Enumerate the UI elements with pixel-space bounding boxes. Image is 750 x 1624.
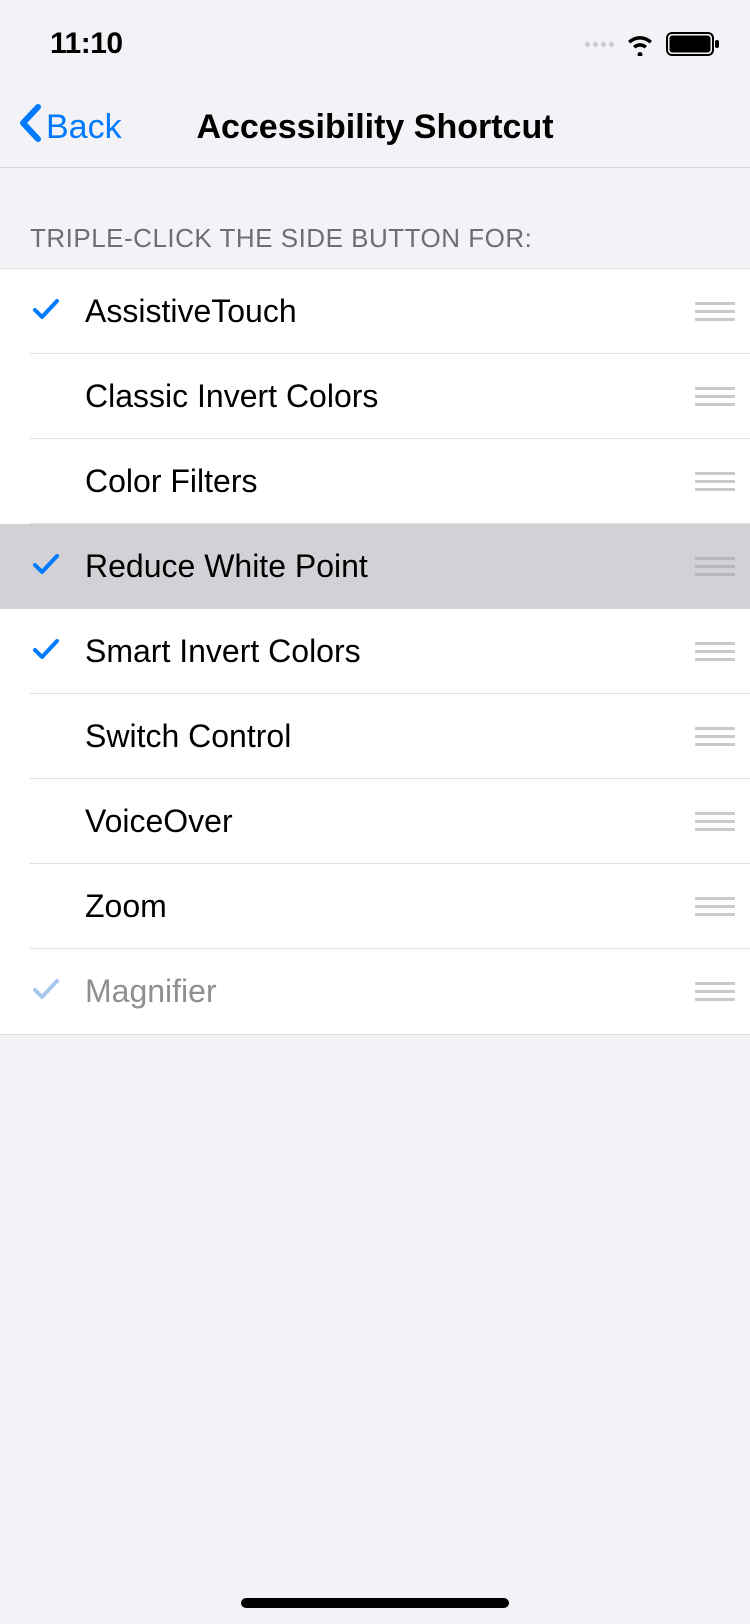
list-item-label: Zoom [85, 888, 680, 925]
checkmark-icon [30, 548, 62, 585]
checkmark-icon [30, 973, 62, 1010]
status-indicators [585, 31, 720, 57]
battery-icon [666, 31, 720, 57]
check-column [30, 633, 85, 670]
list-item[interactable]: AssistiveTouch [0, 269, 750, 354]
cellular-signal-icon [585, 42, 614, 47]
drag-handle-icon[interactable] [680, 897, 750, 916]
chevron-left-icon [18, 104, 42, 151]
drag-handle-icon[interactable] [680, 982, 750, 1001]
list-item[interactable]: Magnifier [0, 949, 750, 1034]
list-item-label: Magnifier [85, 973, 680, 1010]
wifi-icon [624, 32, 656, 56]
list-item-label: Reduce White Point [85, 548, 680, 585]
list-item[interactable]: Classic Invert Colors [0, 354, 750, 439]
list-item-label: VoiceOver [85, 803, 680, 840]
drag-handle-icon[interactable] [680, 812, 750, 831]
section-header: TRIPLE-CLICK THE SIDE BUTTON FOR: [0, 168, 750, 268]
status-time: 11:10 [50, 27, 123, 61]
list-item-label: Color Filters [85, 463, 680, 500]
drag-handle-icon[interactable] [680, 557, 750, 576]
list-item-label: Classic Invert Colors [85, 378, 680, 415]
drag-handle-icon[interactable] [680, 642, 750, 661]
shortcut-list: AssistiveTouch Classic Invert Colors Color… [0, 268, 750, 1035]
status-bar: 11:10 [0, 0, 750, 88]
list-item-label: Switch Control [85, 718, 680, 755]
back-label: Back [46, 108, 122, 147]
drag-handle-icon[interactable] [680, 387, 750, 406]
list-item-label: AssistiveTouch [85, 293, 680, 330]
home-indicator[interactable] [241, 1598, 509, 1608]
drag-handle-icon[interactable] [680, 302, 750, 321]
check-column [30, 548, 85, 585]
list-item[interactable]: Reduce White Point [0, 524, 750, 609]
back-button[interactable]: Back [18, 104, 122, 151]
check-column [30, 973, 85, 1010]
list-item[interactable]: Smart Invert Colors [0, 609, 750, 694]
list-item[interactable]: VoiceOver [0, 779, 750, 864]
list-item[interactable]: Switch Control [0, 694, 750, 779]
check-column [30, 293, 85, 330]
checkmark-icon [30, 633, 62, 670]
drag-handle-icon[interactable] [680, 727, 750, 746]
list-item[interactable]: Zoom [0, 864, 750, 949]
drag-handle-icon[interactable] [680, 472, 750, 491]
nav-bar: Back Accessibility Shortcut [0, 88, 750, 168]
checkmark-icon [30, 293, 62, 330]
list-item-label: Smart Invert Colors [85, 633, 680, 670]
list-item[interactable]: Color Filters [0, 439, 750, 524]
